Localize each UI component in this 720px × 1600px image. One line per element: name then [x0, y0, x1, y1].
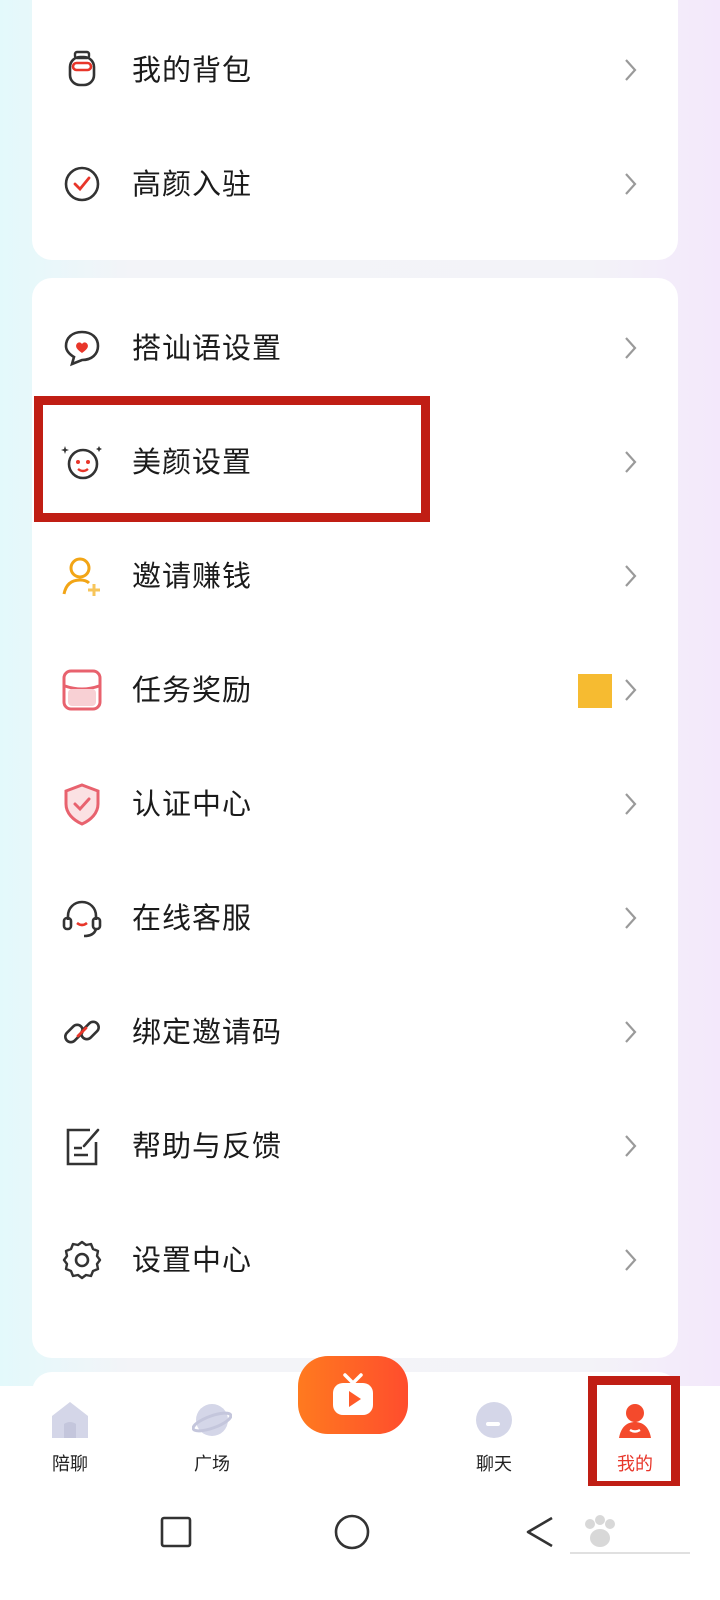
- back-icon[interactable]: [520, 1512, 560, 1552]
- menu-item-bind-invite-code[interactable]: 绑定邀请码: [32, 974, 678, 1090]
- menu-item-label: 搭讪语设置: [132, 331, 283, 365]
- gear-icon: [60, 1238, 104, 1282]
- recents-icon[interactable]: [156, 1512, 196, 1552]
- menu-item-greeting-settings[interactable]: 搭讪语设置: [32, 290, 678, 406]
- menu-item-label: 我的背包: [132, 53, 253, 87]
- menu-item-help-feedback[interactable]: 帮助与反馈: [32, 1088, 678, 1204]
- menu-item-label: 邀请赚钱: [132, 559, 253, 593]
- headset-icon: [60, 896, 104, 940]
- chevron-right-icon: [616, 56, 644, 84]
- chevron-right-icon: [616, 904, 644, 932]
- live-button[interactable]: [298, 1356, 408, 1434]
- chevron-right-icon: [616, 170, 644, 198]
- chat-bubble-icon: [474, 1400, 514, 1440]
- tab-square[interactable]: 广场: [152, 1386, 272, 1486]
- home-icon: [50, 1400, 90, 1440]
- link-icon: [60, 1010, 104, 1054]
- chevron-right-icon: [616, 1018, 644, 1046]
- chevron-right-icon: [616, 1132, 644, 1160]
- menu-card-top: 我的背包 高颜入驻: [32, 0, 678, 260]
- tab-label: 广场: [194, 1454, 230, 1475]
- tab-label: 聊天: [476, 1454, 512, 1475]
- tab-label: 陪聊: [52, 1454, 88, 1475]
- menu-item-backpack[interactable]: 我的背包: [32, 12, 678, 128]
- tab-companion-chat[interactable]: 陪聊: [10, 1386, 130, 1486]
- chevron-right-icon: [616, 790, 644, 818]
- feedback-icon: [60, 1124, 104, 1168]
- chevron-right-icon: [616, 1246, 644, 1274]
- tab-chat[interactable]: 聊天: [434, 1386, 554, 1486]
- highlight-box-mine-tab: [588, 1376, 680, 1490]
- chevron-right-icon: [616, 334, 644, 362]
- task-reward-icon: [60, 668, 104, 712]
- menu-item-label: 任务奖励: [132, 673, 253, 707]
- menu-item-settings-center[interactable]: 设置中心: [32, 1202, 678, 1318]
- reward-badge: [578, 674, 612, 708]
- invite-user-icon: [60, 554, 104, 598]
- menu-item-label: 设置中心: [132, 1243, 253, 1277]
- menu-item-high-beauty[interactable]: 高颜入驻: [32, 126, 678, 242]
- menu-item-label: 在线客服: [132, 901, 253, 935]
- menu-item-task-reward[interactable]: 任务奖励: [32, 632, 678, 748]
- menu-item-label: 认证中心: [132, 787, 253, 821]
- chevron-right-icon: [616, 562, 644, 590]
- menu-item-online-support[interactable]: 在线客服: [32, 860, 678, 976]
- chevron-right-icon: [616, 676, 644, 704]
- menu-item-label: 高颜入驻: [132, 167, 253, 201]
- menu-item-label: 绑定邀请码: [132, 1015, 283, 1049]
- planet-icon: [192, 1400, 232, 1440]
- backpack-icon: [60, 48, 104, 92]
- tv-play-icon: [329, 1373, 377, 1417]
- menu-item-invite-earn[interactable]: 邀请赚钱: [32, 518, 678, 634]
- shield-check-icon: [60, 782, 104, 826]
- check-circle-icon: [60, 162, 104, 206]
- watermark-logo: [560, 1512, 710, 1572]
- menu-item-verification-center[interactable]: 认证中心: [32, 746, 678, 862]
- menu-item-label: 帮助与反馈: [132, 1129, 283, 1163]
- highlight-box-beauty-settings: [34, 396, 430, 522]
- chat-heart-icon: [60, 326, 104, 370]
- chevron-right-icon: [616, 448, 644, 476]
- home-circle-icon[interactable]: [332, 1512, 372, 1552]
